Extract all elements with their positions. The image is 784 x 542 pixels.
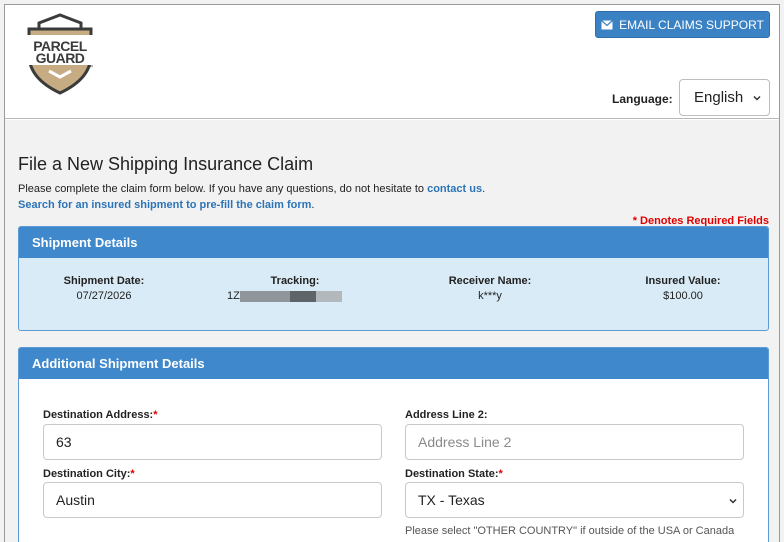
- email-claims-support-label: EMAIL CLAIMS SUPPORT: [619, 17, 764, 32]
- search-link-end: .: [311, 199, 315, 211]
- destination-city-value: Austin: [56, 492, 95, 508]
- additional-shipment-details-panel: Additional Shipment Details Destination …: [18, 347, 769, 542]
- shipment-date-group: Shipment Date: 07/27/2026: [63, 275, 145, 302]
- parcel-guard-logo[interactable]: PARCEL GUARD ™: [21, 13, 99, 95]
- state-help-text: Please select "OTHER COUNTRY" if outside…: [405, 525, 735, 537]
- destination-address-value: 63: [56, 434, 72, 450]
- logo-text-guard: GUARD: [35, 50, 85, 66]
- required-asterisk: *: [153, 409, 158, 421]
- required-asterisk: *: [130, 468, 135, 480]
- tracking-label: Tracking:: [270, 275, 320, 287]
- tracking-redacted-1: [239, 290, 290, 302]
- insured-value-group: Insured Value: $100.00: [639, 275, 727, 302]
- page-title: File a New Shipping Insurance Claim: [18, 154, 314, 174]
- destination-address-input[interactable]: 63: [43, 424, 382, 460]
- receiver-name-label: Receiver Name:: [448, 275, 532, 287]
- destination-state-label-text: Destination State:: [405, 468, 499, 480]
- address-line-2-input[interactable]: Address Line 2: [405, 424, 744, 460]
- chevron-down-icon: [729, 498, 737, 504]
- intro-text-end: .: [482, 183, 486, 195]
- tracking-redacted-3: [315, 290, 342, 302]
- language-select-value: English: [694, 89, 744, 106]
- destination-address-label: Destination Address:*: [43, 409, 158, 421]
- tracking-value: 1Z: [225, 290, 365, 302]
- destination-state-value: TX - Texas: [418, 492, 485, 508]
- additional-shipment-details-heading: Additional Shipment Details: [19, 348, 768, 379]
- shipment-date-value: 07/27/2026: [76, 290, 132, 302]
- envelope-icon: [601, 19, 614, 29]
- intro-text: Please complete the claim form below. If…: [18, 183, 485, 195]
- insured-value-value: $100.00: [663, 290, 703, 302]
- address-line-2-label: Address Line 2:: [405, 409, 488, 421]
- search-shipment-row: Search for an insured shipment to pre-fi…: [18, 199, 314, 211]
- receiver-name-group: Receiver Name: k***y: [443, 275, 537, 302]
- insured-value-label: Insured Value:: [645, 275, 721, 287]
- required-asterisk: *: [498, 468, 503, 480]
- destination-city-label-text: Destination City:: [43, 468, 131, 480]
- tracking-group: Tracking: 1Z: [225, 275, 365, 302]
- main-content: File a New Shipping Insurance Claim Plea…: [5, 120, 779, 542]
- browser-frame: PARCEL GUARD ™ EMAIL CLAIMS SUPPORT Lang…: [4, 4, 780, 542]
- shipment-details-panel: Shipment Details Shipment Date: 07/27/20…: [18, 226, 769, 331]
- email-claims-support-button[interactable]: EMAIL CLAIMS SUPPORT: [595, 11, 770, 38]
- receiver-name-value: k***y: [478, 290, 502, 302]
- address-line-2-placeholder: Address Line 2: [418, 434, 512, 450]
- shipment-date-label: Shipment Date:: [63, 275, 145, 287]
- tracking-redacted-2: [289, 290, 316, 302]
- destination-address-label-text: Destination Address:: [43, 409, 154, 421]
- language-label: Language:: [612, 92, 673, 106]
- destination-city-input[interactable]: Austin: [43, 482, 382, 518]
- intro-text-body: Please complete the claim form below. If…: [18, 183, 428, 195]
- tracking-prefix: 1Z: [227, 290, 240, 302]
- destination-state-select[interactable]: TX - Texas: [405, 482, 744, 518]
- destination-city-label: Destination City:*: [43, 468, 135, 480]
- chevron-down-icon: [753, 95, 761, 101]
- contact-us-link[interactable]: contact us: [427, 183, 482, 195]
- destination-state-label: Destination State:*: [405, 468, 503, 480]
- language-select[interactable]: English: [679, 79, 770, 116]
- shipment-details-heading: Shipment Details: [19, 227, 768, 258]
- logo-trademark: ™: [87, 65, 93, 71]
- site-header: PARCEL GUARD ™ EMAIL CLAIMS SUPPORT Lang…: [5, 5, 779, 119]
- search-insured-shipment-link[interactable]: Search for an insured shipment to pre-fi…: [18, 199, 311, 211]
